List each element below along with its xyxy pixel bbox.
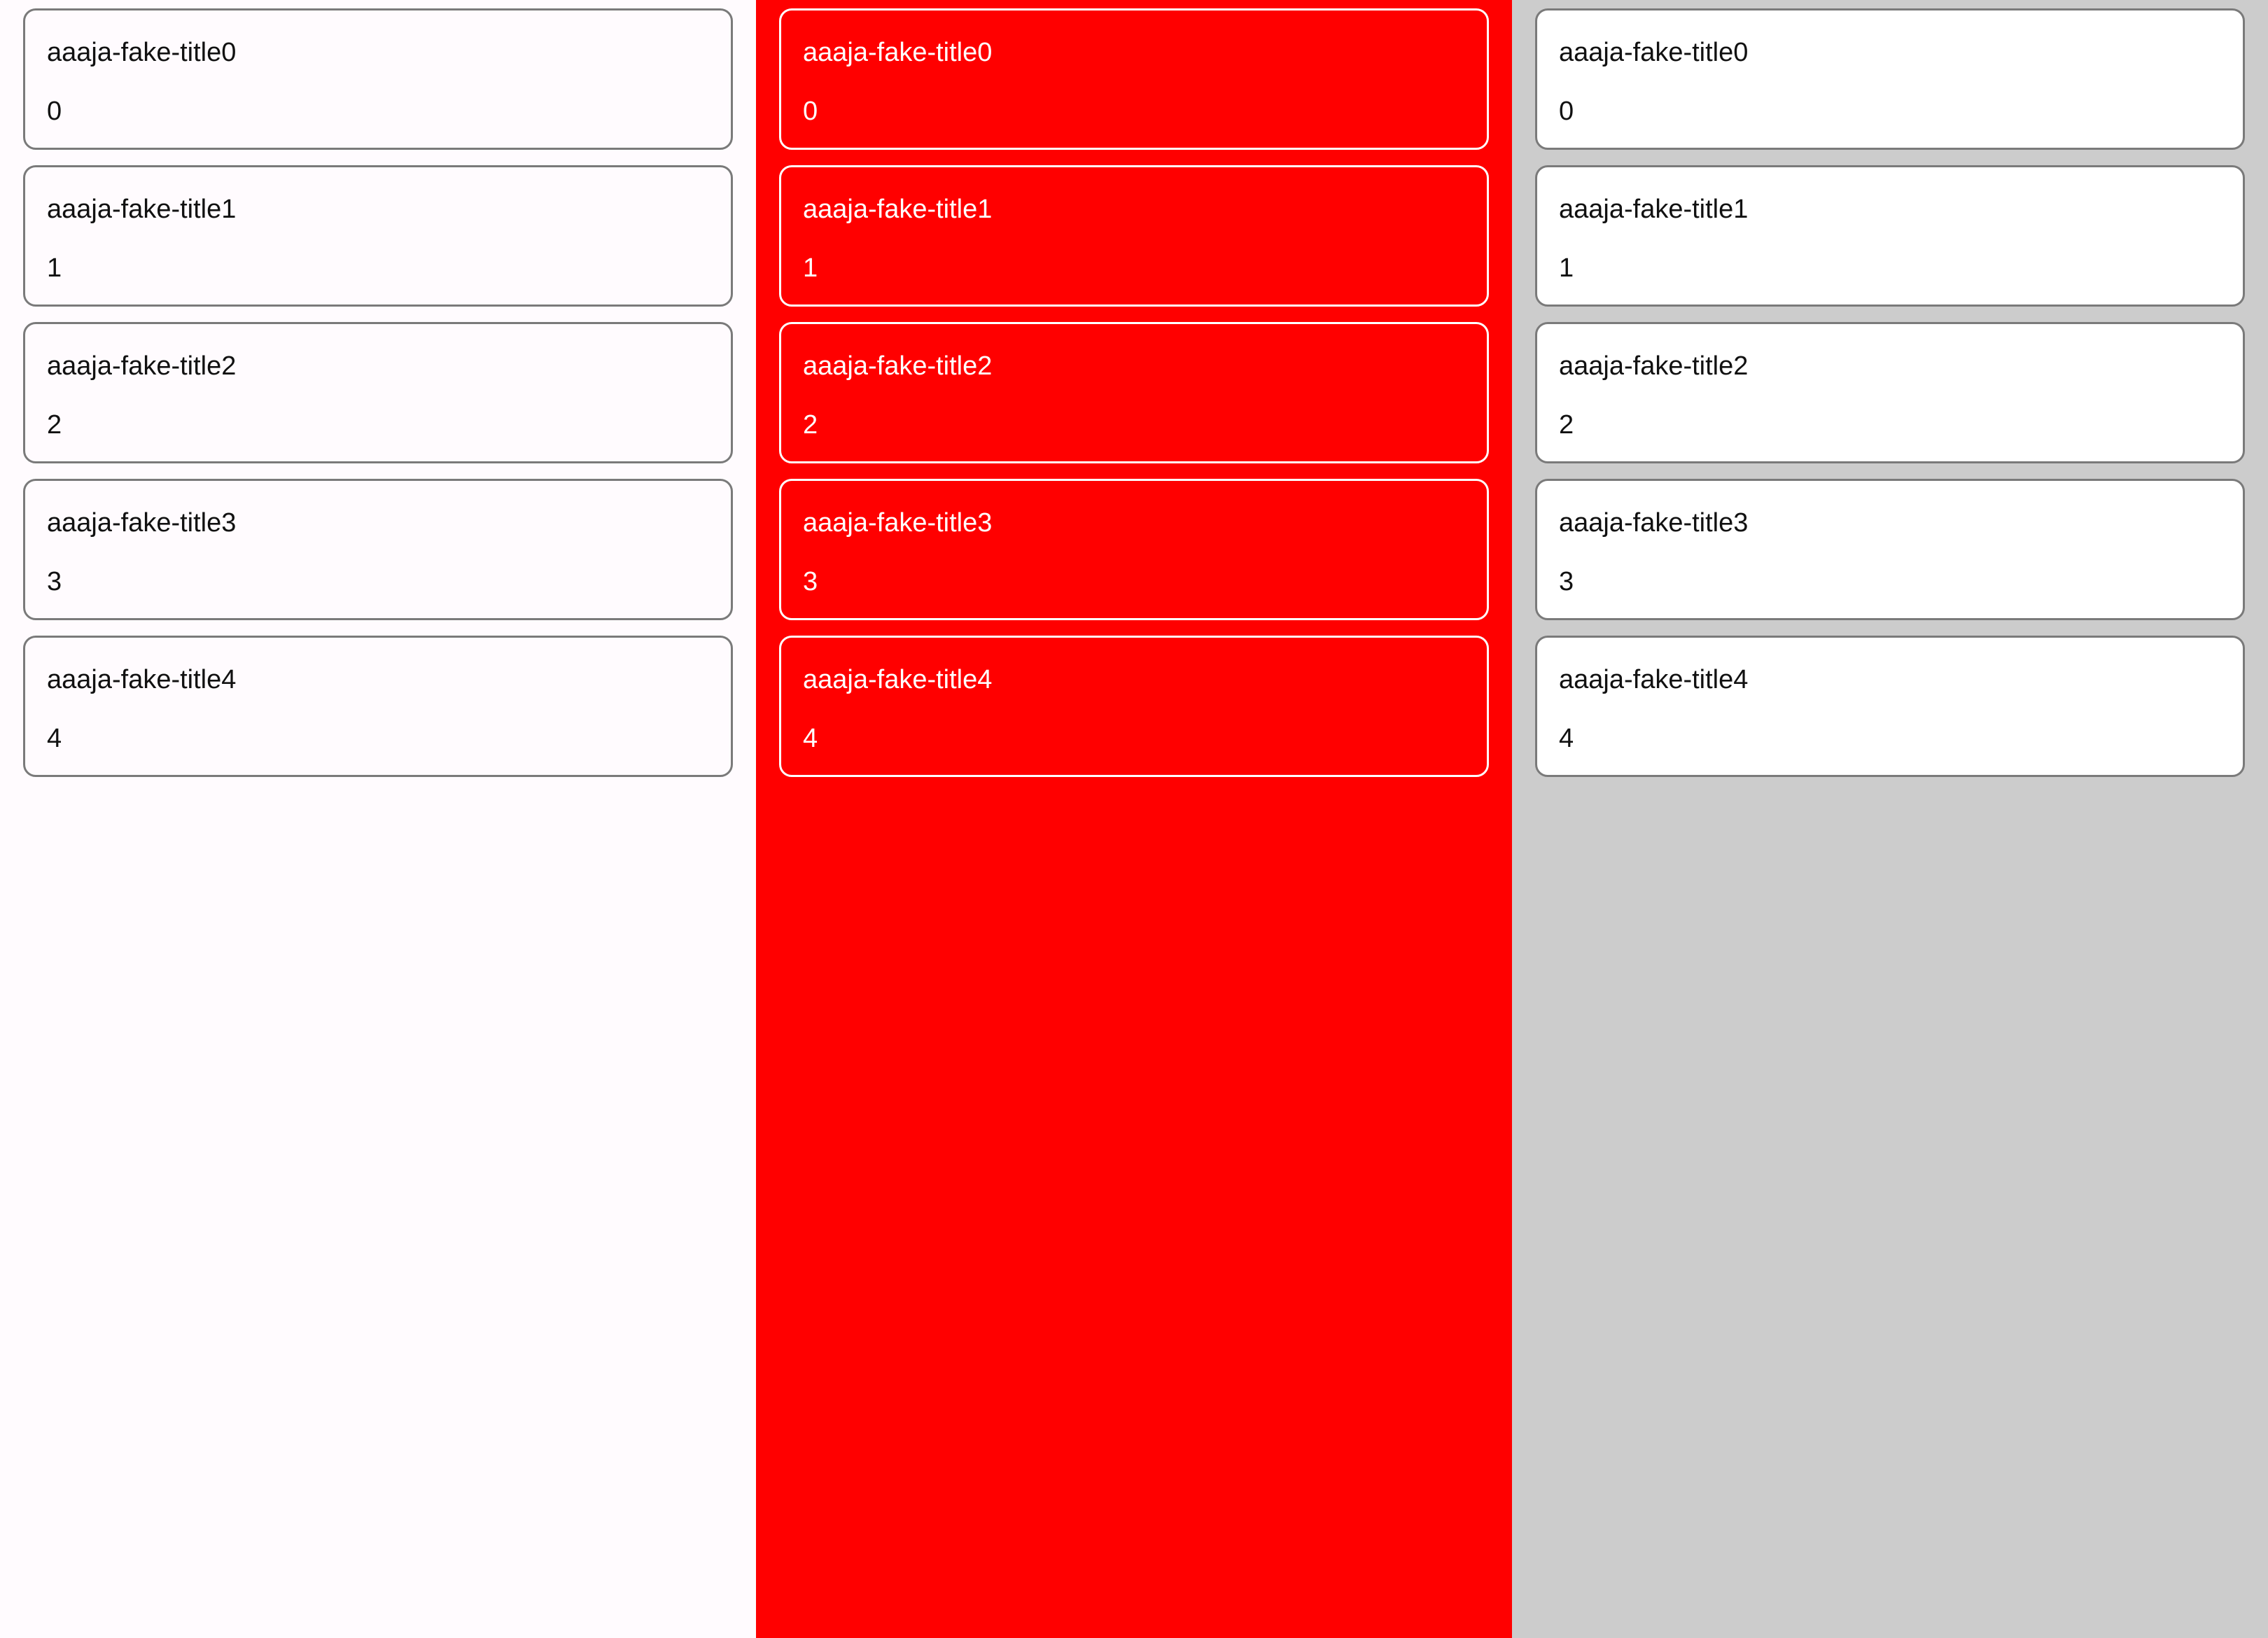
card-title: aaaja-fake-title2 [1559, 351, 1749, 381]
card-item[interactable]: aaaja-fake-title0 0 [1535, 8, 2245, 150]
card-value: 0 [47, 97, 62, 126]
three-column-layout: aaaja-fake-title0 0 aaaja-fake-title1 1 … [0, 0, 2268, 1638]
card-item[interactable]: aaaja-fake-title1 1 [23, 165, 733, 307]
card-value: 1 [803, 253, 818, 283]
card-item[interactable]: aaaja-fake-title3 3 [779, 479, 1489, 620]
card-value: 4 [47, 724, 62, 753]
card-value: 3 [47, 567, 62, 596]
right-column: aaaja-fake-title0 0 aaaja-fake-title1 1 … [1512, 0, 2268, 1638]
card-title: aaaja-fake-title4 [47, 665, 237, 694]
card-value: 4 [803, 724, 818, 753]
card-title: aaaja-fake-title0 [47, 38, 237, 67]
card-title: aaaja-fake-title4 [803, 665, 993, 694]
card-item[interactable]: aaaja-fake-title0 0 [23, 8, 733, 150]
card-value: 3 [803, 567, 818, 596]
card-title: aaaja-fake-title4 [1559, 665, 1749, 694]
card-item[interactable]: aaaja-fake-title1 1 [779, 165, 1489, 307]
card-item[interactable]: aaaja-fake-title1 1 [1535, 165, 2245, 307]
card-title: aaaja-fake-title2 [47, 351, 237, 381]
middle-column: aaaja-fake-title0 0 aaaja-fake-title1 1 … [756, 0, 1512, 1638]
card-value: 4 [1559, 724, 1574, 753]
card-item[interactable]: aaaja-fake-title2 2 [1535, 322, 2245, 463]
card-title: aaaja-fake-title3 [803, 508, 993, 538]
card-title: aaaja-fake-title2 [803, 351, 993, 381]
card-value: 2 [803, 410, 818, 440]
left-column: aaaja-fake-title0 0 aaaja-fake-title1 1 … [0, 0, 756, 1638]
card-item[interactable]: aaaja-fake-title3 3 [1535, 479, 2245, 620]
card-item[interactable]: aaaja-fake-title2 2 [23, 322, 733, 463]
card-value: 0 [803, 97, 818, 126]
card-title: aaaja-fake-title3 [47, 508, 237, 538]
card-item[interactable]: aaaja-fake-title4 4 [1535, 636, 2245, 777]
card-item[interactable]: aaaja-fake-title0 0 [779, 8, 1489, 150]
card-item[interactable]: aaaja-fake-title3 3 [23, 479, 733, 620]
card-title: aaaja-fake-title0 [803, 38, 993, 67]
card-value: 1 [1559, 253, 1574, 283]
card-value: 2 [47, 410, 62, 440]
card-value: 2 [1559, 410, 1574, 440]
card-title: aaaja-fake-title3 [1559, 508, 1749, 538]
card-title: aaaja-fake-title0 [1559, 38, 1749, 67]
card-value: 0 [1559, 97, 1574, 126]
card-title: aaaja-fake-title1 [47, 195, 237, 224]
card-item[interactable]: aaaja-fake-title4 4 [779, 636, 1489, 777]
card-value: 3 [1559, 567, 1574, 596]
card-item[interactable]: aaaja-fake-title2 2 [779, 322, 1489, 463]
card-title: aaaja-fake-title1 [1559, 195, 1749, 224]
card-title: aaaja-fake-title1 [803, 195, 993, 224]
card-value: 1 [47, 253, 62, 283]
card-item[interactable]: aaaja-fake-title4 4 [23, 636, 733, 777]
